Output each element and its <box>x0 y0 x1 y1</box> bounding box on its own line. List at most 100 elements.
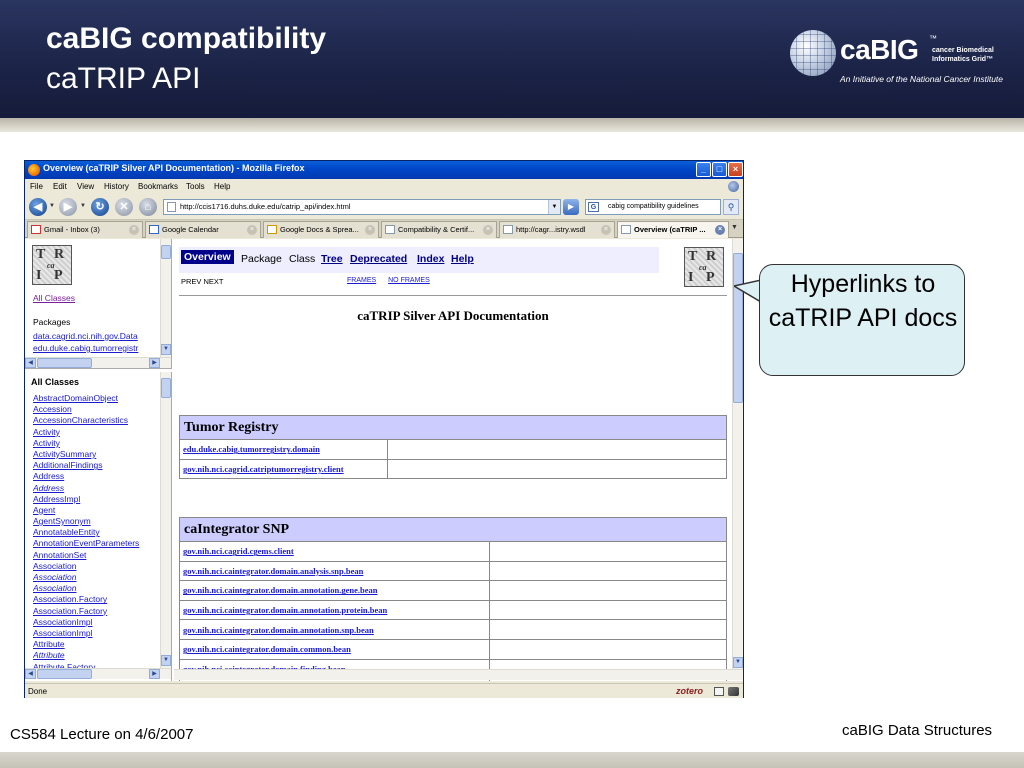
class-link[interactable]: Agent <box>33 505 161 516</box>
forward-dropdown-icon[interactable]: ▼ <box>80 203 86 209</box>
class-link[interactable]: AnnotatableEntity <box>33 527 161 538</box>
class-link[interactable]: AccessionCharacteristics <box>33 415 161 426</box>
package-link[interactable]: edu.duke.cabig.tumorregistry.domain <box>183 444 320 454</box>
package-link[interactable]: gov.nih.nci.caintegrator.domain.annotati… <box>183 625 374 635</box>
package-link[interactable]: gov.nih.nci.cagrid.catriptumorregistry.c… <box>183 464 344 474</box>
scroll-left-icon[interactable]: ◀ <box>25 358 36 368</box>
class-link[interactable]: Association.Factory <box>33 606 161 617</box>
menu-file[interactable]: File <box>30 182 43 191</box>
class-link[interactable]: Activity <box>33 427 161 438</box>
reload-icon[interactable]: ↻ <box>91 198 109 216</box>
google-icon[interactable]: G <box>588 202 599 212</box>
tab-overview[interactable]: Overview (caTRIP ... × <box>617 221 729 238</box>
class-link[interactable]: Association <box>33 561 161 572</box>
no-frames-link[interactable]: NO FRAMES <box>388 277 430 284</box>
class-link[interactable]: AnnotationSet <box>33 550 161 561</box>
scroll-left-icon[interactable]: ◀ <box>25 669 36 679</box>
back-dropdown-icon[interactable]: ▼ <box>49 203 55 209</box>
tab-wsdl[interactable]: http://cagr...istry.wsdl × <box>499 221 615 238</box>
menu-tools[interactable]: Tools <box>186 182 205 191</box>
package-link[interactable]: data.cagrid.nci.nih.gov.Data <box>33 331 163 343</box>
scrollbar-thumb[interactable] <box>161 378 171 398</box>
menu-view[interactable]: View <box>77 182 94 191</box>
scrollbar-thumb[interactable] <box>161 245 171 259</box>
class-link[interactable]: AnnotationEventParameters <box>33 538 161 549</box>
url-dropdown-icon[interactable]: ▼ <box>548 200 560 214</box>
class-link[interactable]: AssociationImpl <box>33 617 161 628</box>
tab-list-icon[interactable]: ▼ <box>731 224 738 231</box>
tab-google-docs[interactable]: Google Docs & Sprea... × <box>263 221 379 238</box>
class-link[interactable]: AgentSynonym <box>33 516 161 527</box>
scroll-down-icon[interactable]: ▼ <box>161 344 171 355</box>
nav-tree-link[interactable]: Tree <box>321 253 343 265</box>
horizontal-scrollbar[interactable] <box>174 669 743 680</box>
window-titlebar[interactable]: Overview (caTRIP Silver API Documentatio… <box>25 161 743 179</box>
tab-close-icon[interactable]: × <box>365 225 375 235</box>
minimize-button[interactable]: _ <box>696 162 711 177</box>
tab-compatibility[interactable]: Compatibility & Certif... × <box>381 221 497 238</box>
menu-edit[interactable]: Edit <box>53 182 67 191</box>
cabig-logo-subtext: cancer Biomedical Informatics Grid™ <box>932 47 994 63</box>
scroll-right-icon[interactable]: ▶ <box>149 669 160 679</box>
vertical-scrollbar[interactable]: ▼ <box>160 239 171 357</box>
go-button[interactable]: ▶ <box>563 199 579 215</box>
class-link[interactable]: Association <box>33 572 161 583</box>
vertical-scrollbar[interactable]: ▼ <box>160 372 171 668</box>
search-icon[interactable]: ⚲ <box>723 199 739 215</box>
scroll-down-icon[interactable]: ▼ <box>733 657 743 668</box>
close-button[interactable]: × <box>728 162 743 177</box>
menu-history[interactable]: History <box>104 182 129 191</box>
frames-link[interactable]: FRAMES <box>347 277 376 284</box>
class-link[interactable]: AssociationImpl <box>33 628 161 639</box>
scroll-right-icon[interactable]: ▶ <box>149 358 160 368</box>
class-link[interactable]: Association.Factory <box>33 594 161 605</box>
tab-close-icon[interactable]: × <box>129 225 139 235</box>
nav-deprecated-link[interactable]: Deprecated <box>350 253 407 265</box>
stop-icon[interactable]: ✕ <box>115 198 133 216</box>
url-input[interactable]: http://ccis1716.duhs.duke.edu/catrip_api… <box>163 199 561 215</box>
class-link[interactable]: Attribute <box>33 650 161 661</box>
class-link[interactable]: Accession <box>33 404 161 415</box>
class-link[interactable]: ActivitySummary <box>33 449 161 460</box>
class-link[interactable]: AddressImpl <box>33 494 161 505</box>
menu-bookmarks[interactable]: Bookmarks <box>138 182 178 191</box>
scrollbar-thumb[interactable] <box>37 358 92 368</box>
class-link[interactable]: Activity <box>33 438 161 449</box>
tab-google-calendar[interactable]: Google Calendar × <box>145 221 261 238</box>
search-input[interactable]: G cabig compatibility guidelines <box>585 199 721 215</box>
menu-help[interactable]: Help <box>214 182 230 191</box>
nav-help-link[interactable]: Help <box>451 253 474 265</box>
class-link[interactable]: Address <box>33 471 161 482</box>
package-link[interactable]: gov.nih.nci.cagrid.cgems.client <box>183 546 294 556</box>
scroll-down-icon[interactable]: ▼ <box>161 655 171 666</box>
table-row: gov.nih.nci.caintegrator.domain.common.b… <box>179 638 727 660</box>
horizontal-scrollbar[interactable]: ◀ ▶ <box>25 357 171 368</box>
maximize-button[interactable]: □ <box>712 162 727 177</box>
tab-close-icon[interactable]: × <box>715 225 725 235</box>
tab-close-icon[interactable]: × <box>601 225 611 235</box>
package-link[interactable]: gov.nih.nci.caintegrator.domain.annotati… <box>183 585 378 595</box>
package-link[interactable]: edu.duke.cabig.tumorregistr <box>33 343 163 355</box>
horizontal-scrollbar[interactable]: ◀ ▶ <box>25 668 171 679</box>
scrollbar-thumb[interactable] <box>37 669 92 679</box>
package-link[interactable]: gov.nih.nci.caintegrator.domain.annotati… <box>183 605 387 615</box>
zotero-button[interactable]: zotero <box>676 686 703 696</box>
edit-icon[interactable] <box>714 687 724 696</box>
search-text: cabig compatibility guidelines <box>608 203 699 210</box>
back-icon[interactable]: ◀ <box>29 198 47 216</box>
tab-close-icon[interactable]: × <box>247 225 257 235</box>
addon-icon[interactable] <box>728 687 739 696</box>
nav-index-link[interactable]: Index <box>417 253 444 265</box>
package-link[interactable]: gov.nih.nci.caintegrator.domain.common.b… <box>183 644 351 654</box>
home-icon[interactable]: ⌂ <box>139 198 157 216</box>
class-link[interactable]: AdditionalFindings <box>33 460 161 471</box>
all-classes-link[interactable]: All Classes <box>33 293 75 303</box>
class-link[interactable]: Attribute <box>33 639 161 650</box>
class-link[interactable]: AbstractDomainObject <box>33 393 161 404</box>
class-link[interactable]: Address <box>33 483 161 494</box>
forward-icon[interactable]: ▶ <box>59 198 77 216</box>
package-link[interactable]: gov.nih.nci.caintegrator.domain.analysis… <box>183 566 363 576</box>
tab-gmail[interactable]: Gmail - Inbox (3) × <box>27 221 143 238</box>
class-link[interactable]: Association <box>33 583 161 594</box>
tab-close-icon[interactable]: × <box>483 225 493 235</box>
